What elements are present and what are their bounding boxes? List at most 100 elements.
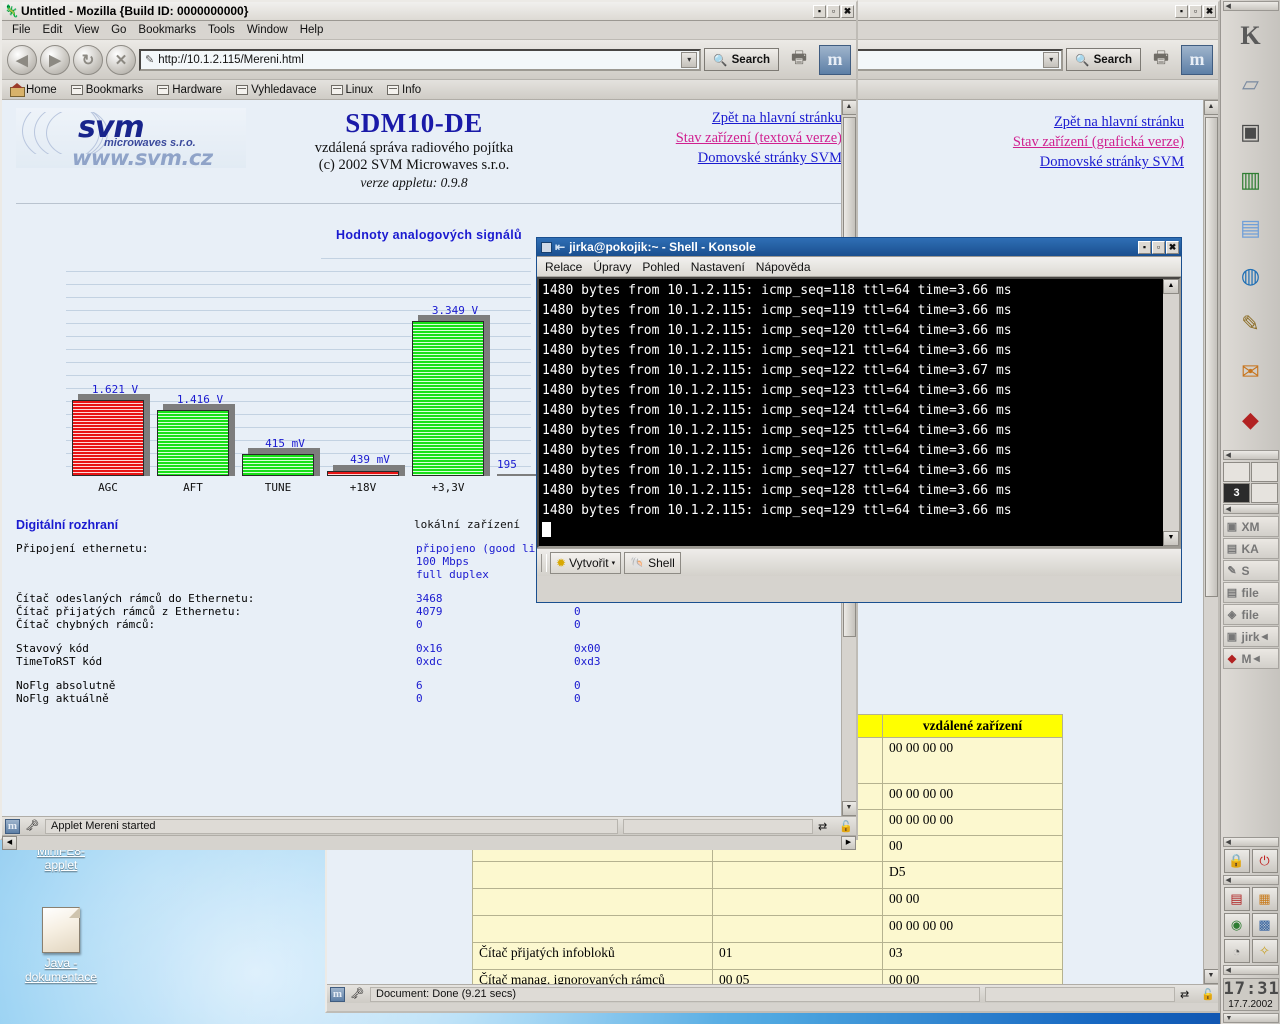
menu-go[interactable]: Go [111, 24, 126, 36]
search-button-background[interactable]: 🔍 Search [1066, 48, 1141, 71]
offline-icon[interactable]: ⇄ [818, 820, 834, 833]
window-buttons[interactable]: ▪ ▫ ✖ [1175, 4, 1216, 18]
offline-icon[interactable]: ⇄ [1180, 988, 1196, 1001]
link-domovske-stranky-svm[interactable]: Domovské stránky SVM [582, 148, 842, 168]
lock-icon[interactable]: 🔓 [839, 820, 853, 833]
panel-handle-pager[interactable]: ◀ [1222, 450, 1279, 460]
back-button[interactable]: ◀ [7, 44, 37, 75]
scroll-down-arrow-icon[interactable]: ▼ [841, 801, 856, 816]
pager-desktop-3[interactable]: 3 [1223, 482, 1250, 503]
maximize-button[interactable]: ▫ [827, 4, 840, 18]
menu-bookmarks[interactable]: Bookmarks [138, 24, 196, 36]
menu-file[interactable]: File [12, 24, 31, 36]
bookmark-info[interactable]: Info [387, 84, 421, 96]
menu-tools[interactable]: Tools [208, 24, 235, 36]
panel-handle-actions[interactable]: ◀ [1222, 837, 1279, 847]
konsole-vertical-scrollbar[interactable]: ▲ ▼ [1163, 279, 1179, 546]
reload-button[interactable]: ↻ [73, 44, 103, 75]
bookmark-hardware[interactable]: Hardware [157, 84, 222, 96]
panel-clock[interactable]: 17:31 17.7.2002 [1222, 978, 1279, 1011]
konsole-titlebar[interactable]: ⇤ jirka@pokojik:~ - Shell - Konsole ▪ ▫ … [537, 238, 1181, 257]
close-button[interactable]: ✖ [1166, 240, 1179, 254]
menu-nastaveni[interactable]: Nastavení [691, 260, 745, 274]
scroll-down-arrow-icon[interactable]: ▼ [1163, 531, 1179, 546]
scroll-up-arrow-icon[interactable]: ▲ [841, 100, 856, 115]
minimize-button[interactable]: ▪ [813, 4, 826, 18]
scroll-up-arrow-icon[interactable]: ▲ [1203, 100, 1218, 115]
konsole-menubar[interactable]: Relace Úpravy Pohled Nastavení Nápověda [537, 257, 1181, 277]
link-stav-zarizeni[interactable]: Stav zařízení (grafická verze) [954, 132, 1184, 152]
panel-hide-button[interactable]: ▼ [1222, 1013, 1279, 1023]
launcher-mozilla[interactable]: ◆ [1230, 399, 1272, 441]
lock-icon[interactable]: 🔓 [1201, 988, 1215, 1001]
menu-napoveda[interactable]: Nápověda [756, 260, 811, 274]
print-icon[interactable]: 🖶 [1144, 45, 1178, 75]
panel-handle-clock[interactable]: ◀ [1222, 965, 1279, 975]
konsole-tabbar[interactable]: ✹ Vytvořit ▾ 🐚 Shell [537, 548, 1181, 576]
task-file-2[interactable]: ◈ file [1222, 604, 1279, 625]
task-kate[interactable]: ▤ KA [1222, 538, 1279, 559]
launcher-kmail[interactable]: ✉ [1230, 351, 1272, 393]
launcher-kcontrol[interactable]: ▥ [1230, 159, 1272, 201]
link-zpet-na-hlavni-stranku[interactable]: Zpět na hlavní stránku [582, 108, 842, 128]
scroll-down-arrow-icon[interactable]: ▼ [1203, 969, 1218, 984]
menu-pohled[interactable]: Pohled [642, 260, 679, 274]
stop-button[interactable]: ✕ [106, 44, 136, 75]
task-paint[interactable]: ✎ S [1222, 560, 1279, 581]
close-button[interactable]: ✖ [841, 4, 854, 18]
logout-button[interactable]: ⏻ [1251, 849, 1278, 873]
menu-view[interactable]: View [74, 24, 99, 36]
chevron-down-icon[interactable]: ▾ [612, 559, 616, 567]
window-buttons[interactable]: ▪ ▫ ✖ [813, 4, 854, 18]
navigation-toolbar[interactable]: ◀ ▶ ↻ ✕ ✎ http://10.1.2.115/Mereni.html … [2, 40, 856, 80]
minimize-button[interactable]: ▪ [1175, 4, 1188, 18]
launcher-home-folder[interactable]: ▤ [1230, 207, 1272, 249]
korganizer-icon[interactable]: ▩ [1251, 913, 1278, 937]
launcher-konqueror-web[interactable]: ◍ [1230, 255, 1272, 297]
window-buttons[interactable]: ▪ ▫ ✖ [1138, 240, 1179, 254]
horizontal-scrollbar[interactable]: ◀ ▶ [2, 835, 856, 850]
menu-window[interactable]: Window [247, 24, 288, 36]
lock-screen-button[interactable]: 🔒 [1223, 849, 1250, 873]
page-links[interactable]: Zpět na hlavní stránku Stav zařízení (te… [582, 108, 842, 191]
page-links-background[interactable]: Zpět na hlavní stránku Stav zařízení (gr… [954, 112, 1204, 172]
scrollbar-thumb[interactable] [1204, 117, 1218, 597]
pager-desktop-1[interactable] [1223, 461, 1250, 482]
menu-edit[interactable]: Edit [43, 24, 63, 36]
link-stav-zarizeni[interactable]: Stav zařízení (textová verze) [582, 128, 842, 148]
task-mozilla[interactable]: ◆ M ◀ [1222, 648, 1279, 669]
terminal-output[interactable]: 1480 bytes from 10.1.2.115: icmp_seq=118… [539, 279, 1163, 546]
panel-handle-tray[interactable]: ◀ [1222, 875, 1279, 885]
clock-applet-icon[interactable]: ◔ [1223, 939, 1250, 963]
task-xmms[interactable]: ▣ XM [1222, 516, 1279, 537]
launcher-konsole[interactable]: ▣ [1230, 111, 1272, 153]
bookmark-bookmarks[interactable]: Bookmarks [70, 84, 143, 96]
klipper-icon[interactable]: ▤ [1223, 887, 1250, 911]
task-file-1[interactable]: ▤ file [1222, 582, 1279, 603]
vertical-scrollbar-background[interactable]: ▲ ▼ [1203, 100, 1218, 984]
bookmark-vyhledavace[interactable]: Vyhledavace [236, 84, 317, 96]
tab-vytvorit[interactable]: ✹ Vytvořit ▾ [550, 551, 622, 574]
scroll-right-arrow-icon[interactable]: ▶ [841, 836, 856, 850]
bookmark-linux[interactable]: Linux [330, 84, 373, 96]
panel-action-buttons[interactable]: 🔒 ⏻ [1223, 848, 1279, 874]
link-zpet-na-hlavni-stranku[interactable]: Zpět na hlavní stránku [954, 112, 1184, 132]
broom-icon[interactable]: ✧ [1251, 939, 1278, 963]
panel-handle-top[interactable]: ◀ [1222, 1, 1279, 11]
minimize-button[interactable]: ▪ [1138, 240, 1151, 254]
launcher-kmenu[interactable]: K [1230, 15, 1272, 57]
scroll-left-arrow-icon[interactable]: ◀ [2, 836, 17, 850]
kgpg-icon[interactable]: ◉ [1223, 913, 1250, 937]
tabbar-handle[interactable] [541, 553, 547, 572]
maximize-button[interactable]: ▫ [1189, 4, 1202, 18]
panel-handle-tasks[interactable]: ◀ [1222, 504, 1279, 514]
menu-relace[interactable]: Relace [545, 260, 582, 274]
tab-shell[interactable]: 🐚 Shell [624, 551, 681, 574]
search-button[interactable]: 🔍 Search [704, 48, 779, 71]
mozilla-throbber-icon[interactable]: m [1181, 44, 1213, 75]
bookmark-home[interactable]: Home [10, 83, 57, 97]
task-jirka-konsole[interactable]: ▣ jirk ◀ [1222, 626, 1279, 647]
print-icon[interactable]: 🖶 [782, 45, 816, 75]
titlebar-front-window[interactable]: 🦎 Untitled - Mozilla {Build ID: 00000000… [2, 2, 856, 21]
system-tray[interactable]: ▤ ▦ ◉ ▩ ◔ ✧ [1222, 886, 1280, 964]
